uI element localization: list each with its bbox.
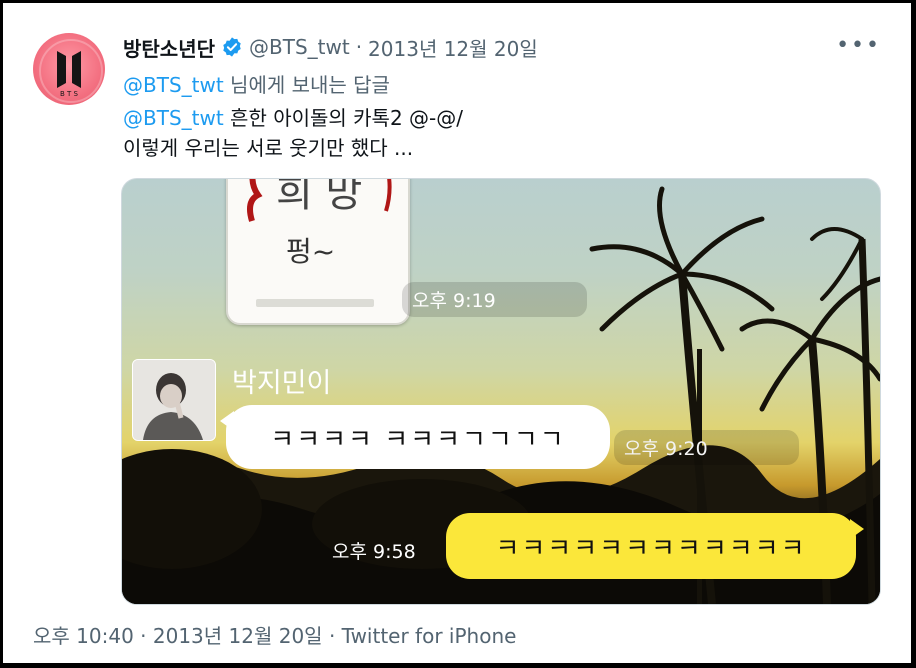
footer-separator-2: · [328, 624, 336, 648]
sent-message-bubble: ㅋㅋㅋㅋㅋㅋㅋㅋㅋㅋㅋㅋ [446, 513, 856, 579]
footer-separator-1: · [140, 624, 147, 648]
tweet-date[interactable]: 2013년 12월 20일 [368, 33, 538, 62]
sender-name: 박지민이 [232, 368, 332, 399]
tweet-header: 방탄소년단 @BTS_twt · 2013년 12월 20일 [123, 33, 538, 61]
avatar[interactable]: B T S [33, 33, 105, 105]
shared-image-card[interactable]: 희 망 펑~ [226, 178, 410, 325]
tweet-card: B T S 방탄소년단 @BTS_twt · 2013년 12월 20일 •••… [3, 3, 911, 663]
text-line-1: 흔한 아이돌의 카톡2 @-@/ [223, 106, 463, 130]
received-message-bubble: ㅋㅋㅋㅋ ㅋㅋㅋㄱㄱㄱㄱ [226, 405, 610, 469]
message-time-3: 오후 9:58 [332, 541, 416, 563]
footer-time[interactable]: 오후 10:40 [33, 624, 134, 648]
header-separator: · [355, 35, 363, 59]
sender-profile-photo[interactable] [132, 359, 216, 441]
display-name[interactable]: 방탄소년단 [123, 33, 215, 62]
more-options-icon[interactable]: ••• [836, 33, 881, 58]
tweet-footer: 오후 10:40 · 2013년 12월 20일 · Twitter for i… [33, 620, 516, 649]
svg-text:펑~: 펑~ [286, 235, 335, 268]
media-image[interactable]: 희 망 펑~ 오후 9:19 박지민이 ㅋㅋㅋㅋ ㅋㅋㅋㄱㄱㄱㄱ 오후 9:20… [121, 178, 881, 605]
handle[interactable]: @BTS_twt [249, 35, 350, 59]
tweet-text-line-1: @BTS_twt 흔한 아이돌의 카톡2 @-@/ [123, 103, 463, 133]
profile-photo-icon [133, 360, 215, 440]
svg-text:희 망: 희 망 [276, 178, 362, 216]
message-time-2: 오후 9:20 [614, 430, 799, 465]
bubble-tail-yellow [850, 519, 864, 539]
footer-date[interactable]: 2013년 12월 20일 [153, 624, 323, 648]
message-time-1: 오후 9:19 [402, 282, 587, 317]
footer-source[interactable]: Twitter for iPhone [342, 624, 517, 648]
tweet-text: @BTS_twt 흔한 아이돌의 카톡2 @-@/ 이렇게 우리는 서로 웃기만… [123, 103, 463, 163]
reply-mention-link[interactable]: @BTS_twt [123, 73, 224, 97]
avatar-ring [39, 39, 103, 103]
card-caption-bar [256, 299, 374, 307]
reply-context: @BTS_twt 님에게 보내는 답글 [123, 69, 390, 98]
text-mention-link[interactable]: @BTS_twt [123, 106, 224, 130]
verified-badge-icon [223, 37, 241, 57]
tweet-text-line-2: 이렇게 우리는 서로 웃기만 했다 ... [123, 136, 414, 160]
reply-suffix: 님에게 보내는 답글 [223, 73, 390, 97]
